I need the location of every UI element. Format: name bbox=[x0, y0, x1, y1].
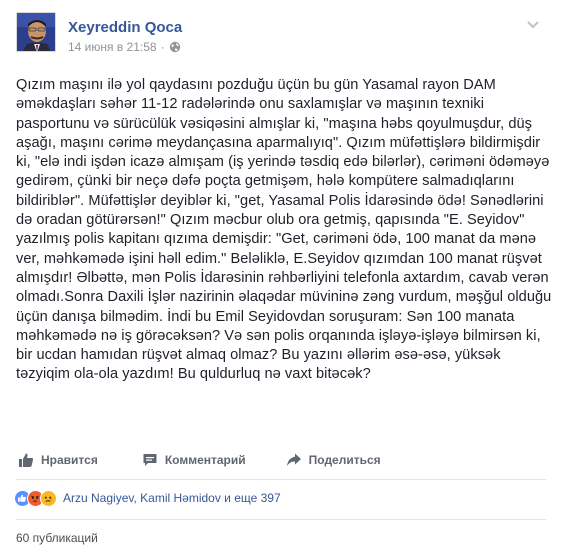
shares-count[interactable]: 60 публикаций bbox=[16, 531, 98, 545]
facebook-post: Xeyreddin Qoca 14 июня в 21:58 · Qızım m… bbox=[0, 0, 561, 556]
post-actions: Нравится Комментарий Поделиться bbox=[16, 448, 546, 472]
post-timestamp[interactable]: 14 июня в 21:58 bbox=[68, 40, 157, 54]
like-button[interactable]: Нравится bbox=[18, 452, 98, 468]
comment-icon bbox=[143, 454, 157, 466]
divider bbox=[16, 479, 546, 480]
divider bbox=[16, 519, 546, 520]
reactions-summary[interactable]: Arzu Nagiyev, Kamil Həmidov и еще 397 bbox=[14, 488, 281, 508]
sad-reaction-icon[interactable] bbox=[40, 489, 57, 507]
chevron-down-icon[interactable] bbox=[526, 17, 540, 29]
reaction-names[interactable]: Arzu Nagiyev, Kamil Həmidov и еще 397 bbox=[63, 491, 281, 505]
comment-button[interactable]: Комментарий bbox=[142, 452, 246, 468]
post-meta: 14 июня в 21:58 · bbox=[68, 40, 181, 54]
comment-label: Комментарий bbox=[164, 453, 246, 467]
thumbs-up-icon bbox=[19, 453, 34, 467]
globe-icon[interactable] bbox=[169, 41, 181, 53]
like-label: Нравится bbox=[41, 453, 98, 467]
author-avatar[interactable] bbox=[16, 12, 56, 52]
post-header: Xeyreddin Qoca 14 июня в 21:58 · bbox=[16, 12, 546, 56]
share-arrow-icon bbox=[286, 453, 301, 466]
reaction-icons[interactable] bbox=[14, 489, 57, 507]
share-button[interactable]: Поделиться bbox=[286, 452, 381, 468]
share-label: Поделиться bbox=[308, 453, 381, 467]
meta-separator: · bbox=[160, 40, 165, 54]
author-name[interactable]: Xeyreddin Qoca bbox=[68, 19, 182, 36]
post-text: Qızım maşını ilə yol qaydasını pozduğu ü… bbox=[16, 77, 552, 383]
